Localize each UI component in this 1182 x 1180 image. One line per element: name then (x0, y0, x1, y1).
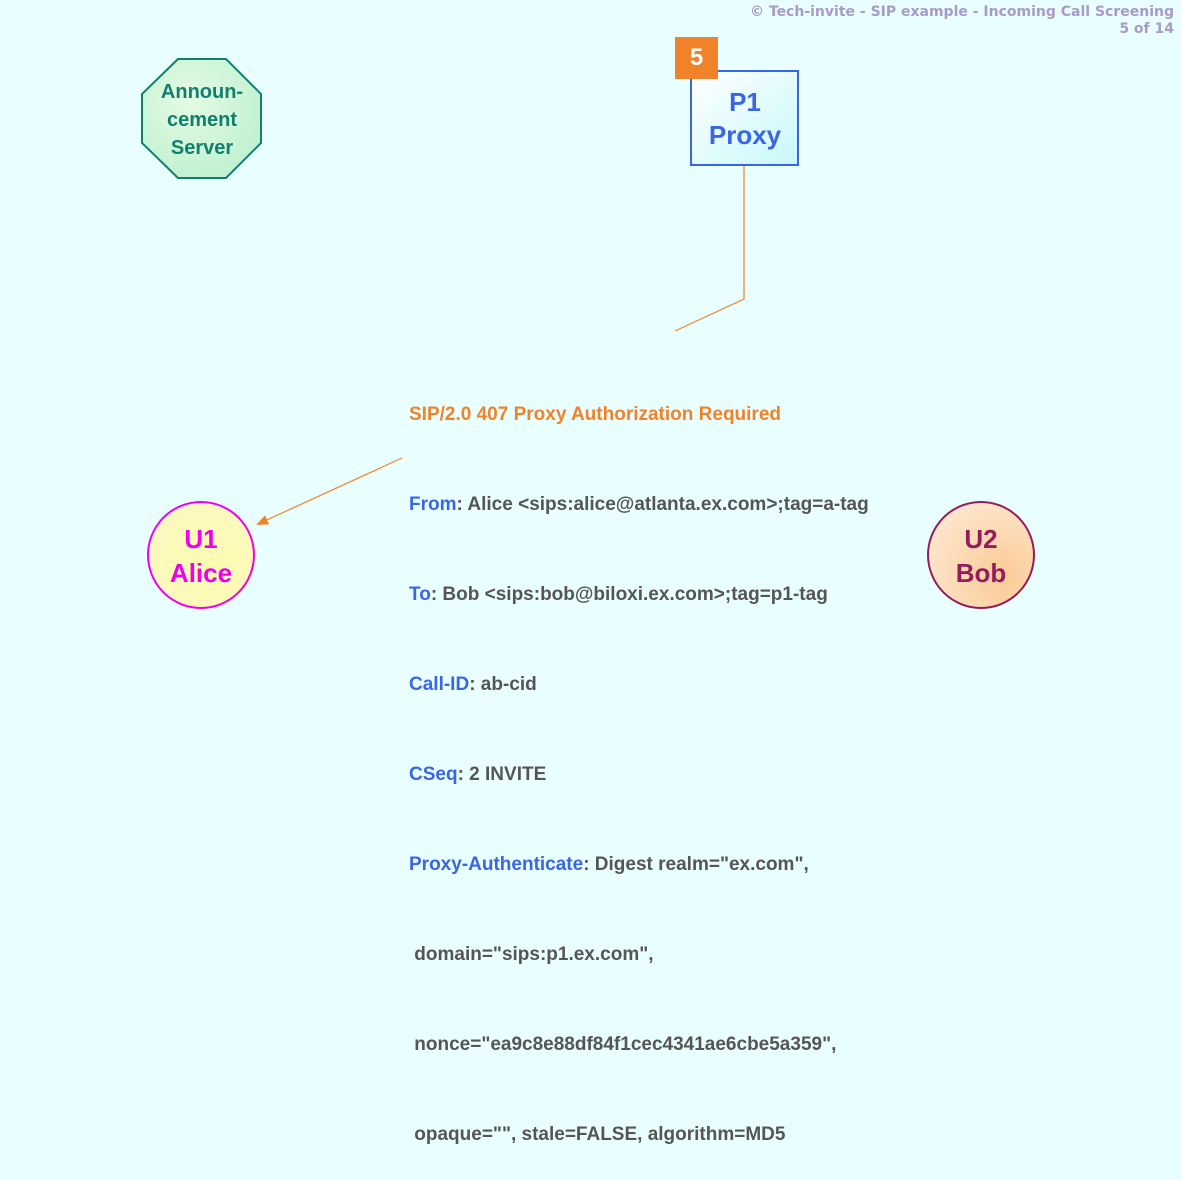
response-arrow (256, 457, 403, 525)
header-value: : 2 INVITE (457, 764, 547, 785)
header-name: To (409, 584, 431, 605)
announcement-server-label: Announ- cement Server (160, 81, 244, 159)
continuation-line: domain="sips:p1.ex.com", (409, 944, 654, 965)
header-name: From (409, 494, 457, 515)
continuation-line: opaque="", stale=FALSE, algorithm=MD5 (409, 1124, 786, 1145)
header-value: : ab-cid (469, 674, 537, 695)
proxy-leader-line (674, 166, 745, 332)
header-value: : Digest realm="ex.com", (583, 854, 809, 875)
header-line-from: From: Alice <sips:alice@atlanta.ex.com>;… (409, 490, 869, 520)
header-name: CSeq (409, 764, 458, 785)
header-line-call-id: Call-ID: ab-cid (409, 670, 869, 700)
alice-label: U1 Alice (169, 524, 233, 588)
header-line-cseq: CSeq: 2 INVITE (409, 760, 869, 790)
header-name: Call-ID (409, 674, 470, 695)
header-name: Proxy-Authenticate (409, 854, 584, 875)
header-value: : Bob <sips:bob@biloxi.ex.com>;tag=p1-ta… (430, 584, 828, 605)
header-line-to: To: Bob <sips:bob@biloxi.ex.com>;tag=p1-… (409, 580, 869, 610)
status-line: SIP/2.0 407 Proxy Authorization Required (409, 404, 782, 425)
sip-message: SIP/2.0 407 Proxy Authorization Required… (409, 340, 869, 1180)
continuation-line: nonce="ea9c8e88df84f1cec4341ae6cbe5a359"… (409, 1034, 837, 1055)
proxy-label: P1 Proxy (708, 87, 782, 150)
step-number-badge: 5 (675, 37, 718, 79)
bob-label: U2 Bob (955, 524, 1007, 588)
header-value: : Alice <sips:alice@atlanta.ex.com>;tag=… (456, 494, 869, 515)
header-line-proxy-authenticate: Proxy-Authenticate: Digest realm="ex.com… (409, 850, 869, 880)
